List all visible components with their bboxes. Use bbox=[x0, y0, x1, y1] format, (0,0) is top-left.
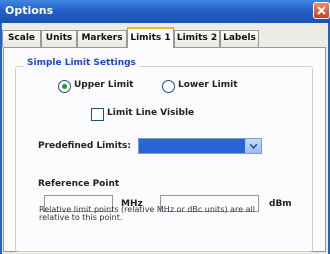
predefined-limits-label: Predefined Limits: bbox=[38, 141, 131, 151]
lower-limit-radio[interactable] bbox=[162, 80, 175, 93]
close-button[interactable] bbox=[313, 2, 330, 19]
close-icon bbox=[317, 6, 326, 15]
reference-point-label: Reference Point bbox=[38, 179, 120, 189]
tab-scale[interactable]: Scale bbox=[2, 30, 41, 47]
tab-limits-2[interactable]: Limits 2 bbox=[174, 30, 220, 47]
tab-labels[interactable]: Labels bbox=[220, 30, 259, 47]
tab-limits-1[interactable]: Limits 1 bbox=[127, 27, 174, 48]
chevron-down-icon bbox=[250, 144, 257, 149]
upper-limit-label[interactable]: Upper Limit bbox=[74, 80, 133, 90]
limit-line-visible-label[interactable]: Limit Line Visible bbox=[107, 108, 194, 118]
upper-limit-radio[interactable] bbox=[58, 80, 71, 93]
tab-units[interactable]: Units bbox=[41, 30, 77, 47]
lower-limit-label[interactable]: Lower Limit bbox=[178, 80, 238, 90]
predefined-limits-dropdown[interactable] bbox=[138, 138, 262, 154]
radio-selected-dot bbox=[62, 84, 67, 89]
simple-limit-settings-group bbox=[15, 66, 313, 252]
reference-point-note: Relative limit points (relative MHz or d… bbox=[39, 205, 255, 222]
limit-line-visible-checkbox[interactable] bbox=[91, 108, 104, 121]
dropdown-button[interactable] bbox=[245, 139, 261, 153]
window-title: Options bbox=[5, 4, 54, 17]
group-label-simple-limit-settings: Simple Limit Settings bbox=[24, 58, 139, 68]
tab-markers[interactable]: Markers bbox=[77, 30, 127, 47]
title-bar[interactable]: Options bbox=[0, 0, 330, 23]
options-dialog: Options Scale Units Markers Limits 1 Lim… bbox=[0, 0, 330, 254]
